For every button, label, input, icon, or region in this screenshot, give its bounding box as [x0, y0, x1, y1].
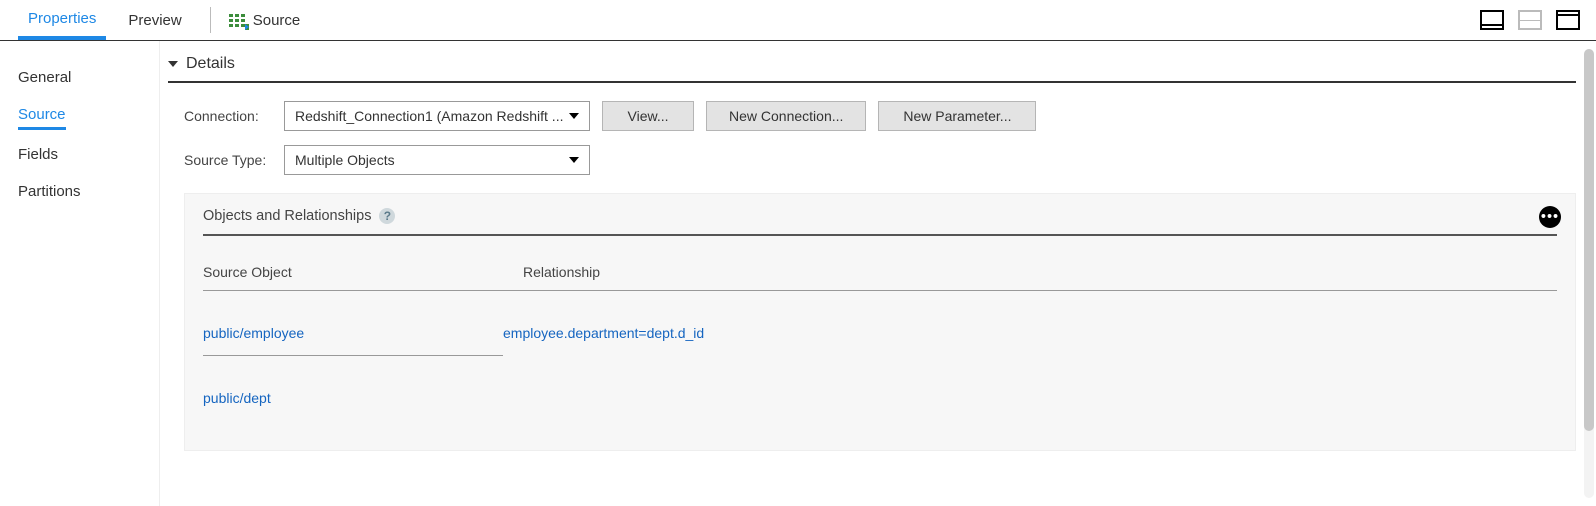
- main-panel: Details Connection: Redshift_Connection1…: [160, 41, 1596, 506]
- tab-preview[interactable]: Preview: [118, 0, 191, 40]
- scrollbar-thumb[interactable]: [1584, 49, 1594, 431]
- top-tabbar: Properties Preview Source: [0, 0, 1596, 41]
- details-header[interactable]: Details: [168, 51, 1576, 83]
- left-sidebar: General Source Fields Partitions: [0, 41, 160, 506]
- new-parameter-button[interactable]: New Parameter...: [878, 101, 1036, 131]
- sidebar-item-partitions[interactable]: Partitions: [18, 173, 159, 210]
- layout-top-icon[interactable]: [1556, 10, 1580, 30]
- details-title: Details: [186, 55, 235, 73]
- col-source-object: Source Object: [203, 264, 523, 280]
- layout-split-icon[interactable]: [1518, 10, 1542, 30]
- dropdown-caret-icon: [569, 113, 579, 119]
- new-connection-button[interactable]: New Connection...: [706, 101, 866, 131]
- col-relationship: Relationship: [523, 264, 1557, 280]
- dropdown-caret-icon: [569, 157, 579, 163]
- objects-title-text: Objects and Relationships: [203, 208, 371, 224]
- vertical-scrollbar[interactable]: [1584, 49, 1594, 498]
- collapse-caret-icon: [168, 61, 178, 67]
- view-button[interactable]: View...: [602, 101, 694, 131]
- objects-column-headers: Source Object Relationship: [203, 264, 1557, 291]
- object-row: public/employee employee.department=dept…: [203, 325, 1557, 356]
- help-icon[interactable]: ?: [379, 208, 395, 224]
- connection-value: Redshift_Connection1 (Amazon Redshift ..…: [295, 108, 563, 124]
- layout-bottom-icon[interactable]: [1480, 10, 1504, 30]
- tab-properties[interactable]: Properties: [18, 0, 106, 40]
- source-chip-label: Source: [253, 12, 301, 29]
- objects-panel-title: Objects and Relationships ? •••: [203, 208, 1557, 236]
- more-menu-icon[interactable]: •••: [1539, 206, 1561, 228]
- object-row: public/dept: [203, 390, 1557, 420]
- source-type-row: Source Type: Multiple Objects: [184, 145, 1576, 175]
- relationship-link[interactable]: employee.department=dept.d_id: [503, 325, 704, 356]
- connection-label: Connection:: [184, 108, 284, 124]
- separator: [210, 7, 211, 33]
- source-type-label: Source Type:: [184, 152, 284, 168]
- source-type-select[interactable]: Multiple Objects: [284, 145, 590, 175]
- connection-row: Connection: Redshift_Connection1 (Amazon…: [184, 101, 1576, 131]
- source-type-value: Multiple Objects: [295, 152, 395, 168]
- sidebar-item-fields[interactable]: Fields: [18, 136, 159, 173]
- source-object-link[interactable]: public/dept: [203, 390, 503, 420]
- sidebar-item-source[interactable]: Source: [18, 96, 66, 130]
- source-node-chip[interactable]: Source: [229, 12, 301, 29]
- objects-panel: Objects and Relationships ? ••• Source O…: [184, 193, 1576, 451]
- source-grid-icon: [229, 14, 245, 26]
- connection-select[interactable]: Redshift_Connection1 (Amazon Redshift ..…: [284, 101, 590, 131]
- source-object-link[interactable]: public/employee: [203, 325, 503, 356]
- sidebar-item-general[interactable]: General: [18, 59, 159, 96]
